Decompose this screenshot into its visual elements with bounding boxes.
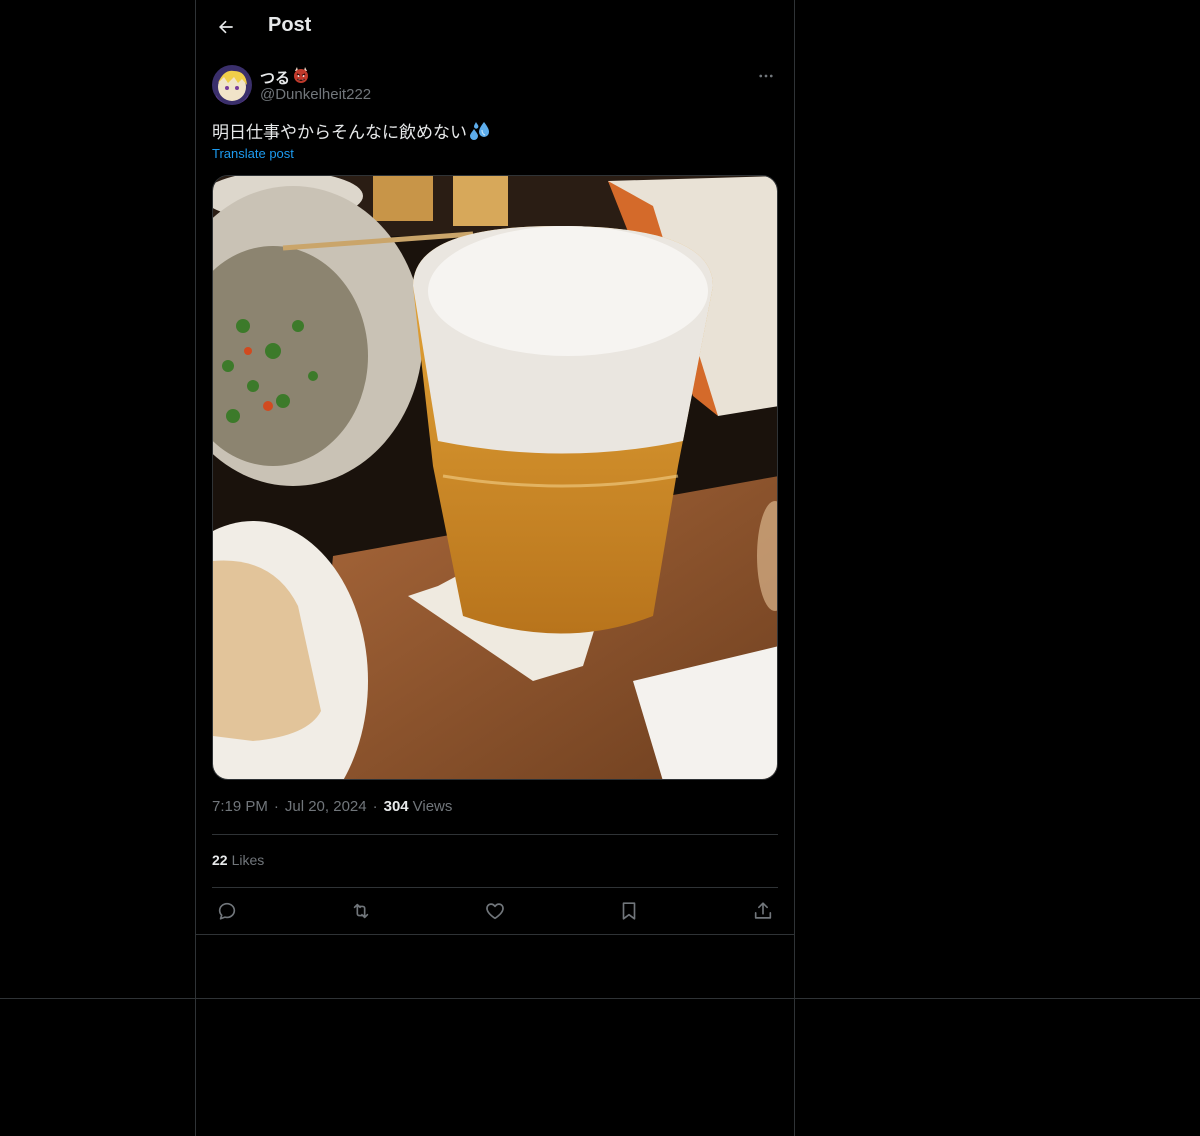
avatar[interactable] xyxy=(212,65,252,105)
bookmark-icon xyxy=(622,902,636,920)
repost-button[interactable] xyxy=(347,897,375,925)
post-author: つる @Dunkelheit222 xyxy=(212,64,778,108)
post-meta: 7:19 PM · Jul 20, 2024 · 304 Views xyxy=(212,798,452,815)
post-image[interactable] xyxy=(212,175,778,780)
sweat-droplets-icon xyxy=(468,120,490,142)
divider xyxy=(212,887,778,888)
author-handle[interactable]: @Dunkelheit222 xyxy=(260,86,371,103)
more-icon xyxy=(759,74,773,78)
post-time[interactable]: 7:19 PM xyxy=(212,798,268,815)
like-icon xyxy=(486,903,504,920)
oni-icon xyxy=(292,66,310,88)
post-text-content: 明日仕事やからそんなに飲めない xyxy=(212,123,467,143)
back-button[interactable] xyxy=(212,13,240,41)
meta-separator: · xyxy=(273,798,279,815)
likes-label: Likes xyxy=(231,852,265,868)
page-header: Post xyxy=(196,0,794,54)
post-text: 明日仕事やからそんなに飲めない xyxy=(212,118,490,143)
more-button[interactable] xyxy=(754,64,778,88)
main-column: Post つる @Dunkelheit222 明日仕事やからそんなに飲めない T… xyxy=(195,0,795,1136)
likes-stat[interactable]: 22 Likes xyxy=(212,852,264,868)
like-button[interactable] xyxy=(481,897,509,925)
views-label: Views xyxy=(412,798,453,815)
share-icon xyxy=(754,902,772,919)
post-actions xyxy=(212,897,778,925)
post-date[interactable]: Jul 20, 2024 xyxy=(285,798,367,815)
repost-icon xyxy=(353,903,369,919)
meta-separator: · xyxy=(372,798,378,815)
back-arrow-icon xyxy=(219,20,233,34)
reply-icon xyxy=(218,902,236,920)
author-display-name[interactable]: つる xyxy=(260,66,310,88)
author-name-text: つる xyxy=(260,69,291,87)
reply-button[interactable] xyxy=(213,897,241,925)
likes-count: 22 xyxy=(212,852,228,868)
divider xyxy=(212,834,778,835)
page-title: Post xyxy=(268,14,312,36)
share-button[interactable] xyxy=(749,897,777,925)
post-bottom-border xyxy=(196,934,794,935)
views-count: 304 xyxy=(383,798,409,815)
bookmark-button[interactable] xyxy=(615,897,643,925)
translate-post-link[interactable]: Translate post xyxy=(212,146,294,161)
